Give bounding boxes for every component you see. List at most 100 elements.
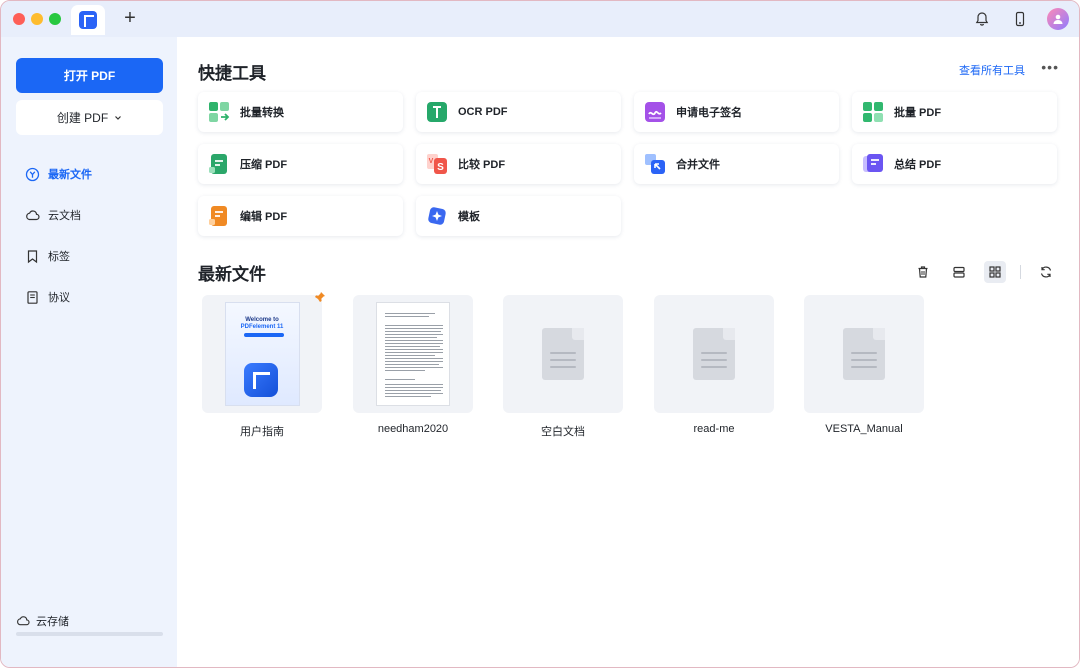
pin-icon[interactable]	[314, 291, 326, 303]
tool-edit-pdf[interactable]: 编辑 PDF	[198, 196, 403, 236]
view-all-tools-link[interactable]: 查看所有工具	[959, 62, 1025, 78]
notification-bell-icon[interactable]	[971, 8, 993, 30]
tool-label: 申请电子签名	[676, 107, 742, 119]
file-thumbnail[interactable]: Welcome to PDFelement 11	[202, 292, 325, 413]
refresh-icon[interactable]	[1035, 261, 1057, 283]
tool-label: 批量 PDF	[894, 107, 942, 119]
paper-preview	[376, 302, 450, 406]
file-name: read-me	[693, 423, 735, 435]
cover-banner	[243, 333, 284, 337]
recent-files-title: 最新文件	[198, 265, 266, 284]
file-item-user-guide[interactable]: Welcome to PDFelement 11 用户指南	[202, 292, 325, 439]
file-thumbnail[interactable]	[654, 295, 774, 413]
tool-label: 总结 PDF	[894, 159, 942, 171]
esign-icon	[644, 101, 666, 123]
sidebar-item-cloud-docs[interactable]: 云文档	[25, 204, 81, 226]
edit-icon	[208, 205, 230, 227]
chevron-down-icon	[115, 115, 122, 120]
merge-icon	[644, 153, 666, 175]
open-pdf-button[interactable]: 打开 PDF	[16, 58, 163, 93]
titlebar-actions	[971, 8, 1069, 30]
cover-title-line2: PDFelement 11	[240, 324, 284, 330]
ocr-icon	[426, 101, 448, 123]
cloud-storage-label: 云存储	[36, 616, 69, 628]
sidebar-item-agreements[interactable]: 协议	[25, 286, 70, 308]
tool-label: 编辑 PDF	[240, 211, 288, 223]
file-name: needham2020	[377, 423, 449, 435]
sidebar-item-recent[interactable]: 最新文件	[25, 163, 92, 185]
file-item-read-me[interactable]: read-me	[654, 295, 774, 435]
close-window-button[interactable]	[13, 13, 25, 25]
create-pdf-button[interactable]: 创建 PDF	[16, 100, 163, 135]
file-item-needham2020[interactable]: needham2020	[353, 295, 473, 435]
sidebar-item-label: 协议	[48, 292, 70, 304]
generic-document-icon	[542, 328, 584, 380]
more-options-icon[interactable]: •••	[1041, 59, 1059, 75]
generic-document-icon	[843, 328, 885, 380]
tool-batch-convert[interactable]: 批量转换	[198, 92, 403, 132]
template-icon	[426, 205, 448, 227]
quick-tools-title: 快捷工具	[198, 64, 266, 83]
file-thumbnail[interactable]	[353, 295, 473, 413]
bookmark-icon	[25, 249, 40, 264]
batch-convert-icon	[208, 101, 230, 123]
batch-pdf-icon	[862, 101, 884, 123]
document-icon	[25, 290, 40, 305]
tool-label: 批量转换	[240, 107, 284, 119]
sidebar-item-label: 标签	[48, 251, 70, 263]
minimize-window-button[interactable]	[31, 13, 43, 25]
title-bar: +	[1, 1, 1079, 37]
home-tab[interactable]	[71, 5, 105, 35]
mobile-device-icon[interactable]	[1009, 8, 1031, 30]
compress-icon	[208, 153, 230, 175]
main-content: 快捷工具 查看所有工具 ••• 批量转换 OCR PDF 申请电子签名 批量 P…	[177, 37, 1079, 667]
tool-label: OCR PDF	[458, 106, 508, 118]
tool-merge-files[interactable]: 合并文件	[634, 144, 839, 184]
toolbar-divider	[1020, 265, 1021, 279]
pdfelement-logo-icon	[243, 363, 278, 397]
tool-label: 比较 PDF	[458, 159, 506, 171]
svg-text:V: V	[429, 158, 434, 165]
tool-compress-pdf[interactable]: 压缩 PDF	[198, 144, 403, 184]
recent-icon	[25, 167, 40, 182]
grid-view-icon[interactable]	[984, 261, 1006, 283]
cover-title-line1: Welcome to	[245, 317, 279, 323]
new-tab-button[interactable]: +	[119, 7, 141, 29]
tool-summarize-pdf[interactable]: 总结 PDF	[852, 144, 1057, 184]
sidebar-item-label: 最新文件	[48, 169, 92, 181]
compare-icon: SV	[426, 153, 448, 175]
cloud-icon	[17, 616, 30, 626]
pdfelement-logo-icon	[79, 11, 97, 29]
sidebar-item-label: 云文档	[48, 210, 81, 222]
trash-icon[interactable]	[912, 261, 934, 283]
tool-compare-pdf[interactable]: SV 比较 PDF	[416, 144, 621, 184]
tool-request-esign[interactable]: 申请电子签名	[634, 92, 839, 132]
user-guide-cover: Welcome to PDFelement 11	[224, 302, 300, 406]
tool-label: 合并文件	[676, 159, 720, 171]
list-view-icon[interactable]	[948, 261, 970, 283]
maximize-window-button[interactable]	[49, 13, 61, 25]
file-item-vesta-manual[interactable]: VESTA_Manual	[804, 295, 924, 435]
sidebar: 打开 PDF 创建 PDF 最新文件 云文档 标签 协议 云存储	[1, 37, 177, 667]
app-window: + 打开 PDF 创建 PDF 最新文件 云文档 标签 协议 云存储 快捷工具 …	[0, 0, 1080, 668]
recent-files-toolbar	[912, 261, 1057, 283]
file-name: VESTA_Manual	[825, 423, 903, 435]
file-item-blank-document[interactable]: 空白文档	[503, 295, 623, 439]
svg-text:S: S	[437, 162, 444, 173]
storage-progress-bar	[16, 632, 163, 636]
tool-batch-pdf[interactable]: 批量 PDF	[852, 92, 1057, 132]
tool-ocr-pdf[interactable]: OCR PDF	[416, 92, 621, 132]
user-avatar[interactable]	[1047, 8, 1069, 30]
sidebar-item-tags[interactable]: 标签	[25, 245, 70, 267]
file-thumbnail[interactable]	[503, 295, 623, 413]
generic-document-icon	[693, 328, 735, 380]
create-pdf-label: 创建 PDF	[56, 111, 109, 125]
file-name: 用户指南	[240, 426, 284, 438]
tool-label: 压缩 PDF	[240, 159, 288, 171]
file-thumbnail[interactable]	[804, 295, 924, 413]
cloud-storage[interactable]: 云存储	[16, 613, 69, 629]
cloud-icon	[25, 208, 40, 223]
tool-templates[interactable]: 模板	[416, 196, 621, 236]
file-name: 空白文档	[541, 426, 585, 438]
tool-label: 模板	[458, 211, 480, 223]
